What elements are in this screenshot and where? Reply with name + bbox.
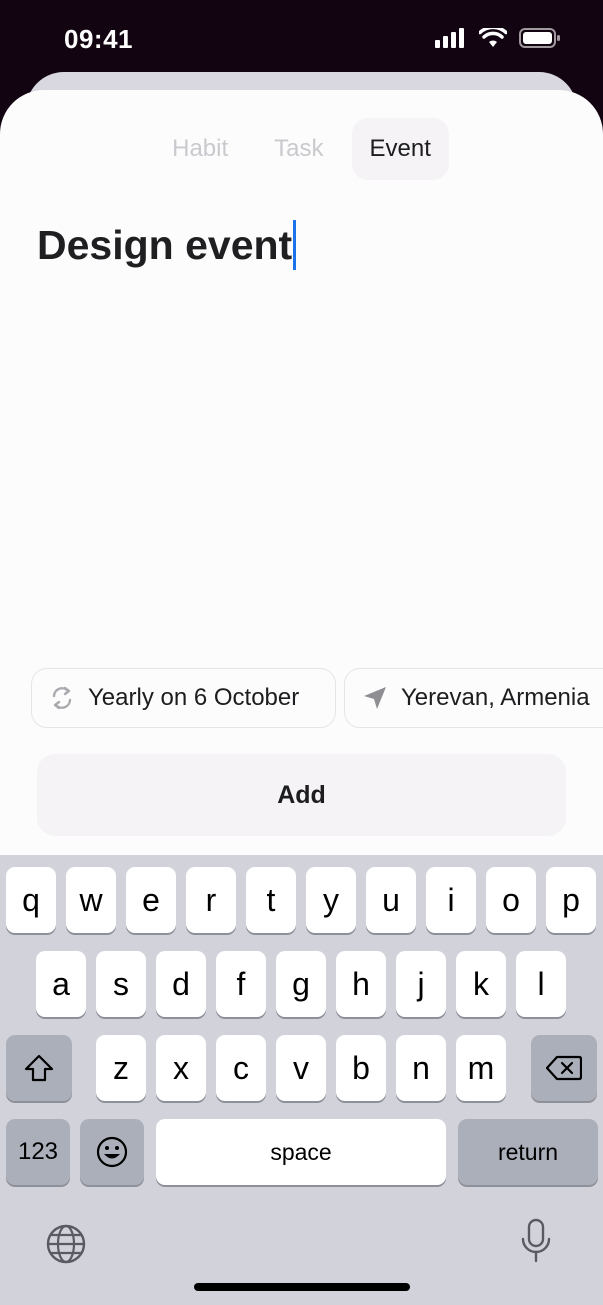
key-z[interactable]: z (96, 1035, 146, 1101)
repeat-chip-label: Yearly on 6 October (88, 684, 300, 711)
battery-icon (519, 28, 560, 48)
repeat-chip[interactable]: Yearly on 6 October (31, 668, 336, 728)
keyboard: q w e r t y u i o p a s d f g h j k l z … (0, 855, 603, 1305)
location-chip[interactable]: Yerevan, Armenia (344, 668, 603, 728)
option-chips: Yearly on 6 October Yerevan, Armenia (0, 668, 603, 732)
emoji-key[interactable] (80, 1119, 144, 1185)
key-l[interactable]: l (516, 951, 566, 1017)
emoji-icon (96, 1136, 128, 1168)
tab-task[interactable]: Task (256, 118, 341, 180)
wifi-icon (479, 28, 507, 47)
repeat-icon (52, 686, 72, 710)
tab-habit[interactable]: Habit (154, 118, 246, 180)
return-key[interactable]: return (458, 1119, 598, 1185)
key-n[interactable]: n (396, 1035, 446, 1101)
title-input[interactable]: Design event (37, 220, 297, 270)
key-r[interactable]: r (186, 867, 236, 933)
globe-icon[interactable] (45, 1223, 87, 1265)
key-w[interactable]: w (66, 867, 116, 933)
location-arrow-icon (364, 687, 386, 709)
numbers-key[interactable]: 123 (6, 1119, 70, 1185)
space-key[interactable]: space (156, 1119, 446, 1185)
status-time: 09:41 (64, 24, 133, 54)
type-segmented-control: Habit Task Event (0, 118, 603, 180)
key-u[interactable]: u (366, 867, 416, 933)
key-i[interactable]: i (426, 867, 476, 933)
key-p[interactable]: p (546, 867, 596, 933)
location-chip-label: Yerevan, Armenia (401, 684, 590, 711)
key-q[interactable]: q (6, 867, 56, 933)
key-a[interactable]: a (36, 951, 86, 1017)
key-d[interactable]: d (156, 951, 206, 1017)
title-input-text: Design event (37, 221, 293, 268)
key-y[interactable]: y (306, 867, 356, 933)
backspace-icon (546, 1055, 582, 1081)
delete-key[interactable] (531, 1035, 597, 1101)
key-x[interactable]: x (156, 1035, 206, 1101)
tab-event[interactable]: Event (351, 118, 449, 180)
key-v[interactable]: v (276, 1035, 326, 1101)
shift-icon (24, 1054, 54, 1082)
key-s[interactable]: s (96, 951, 146, 1017)
key-m[interactable]: m (456, 1035, 506, 1101)
key-k[interactable]: k (456, 951, 506, 1017)
shift-key[interactable] (6, 1035, 72, 1101)
cellular-signal-icon (435, 28, 464, 48)
key-t[interactable]: t (246, 867, 296, 933)
key-h[interactable]: h (336, 951, 386, 1017)
key-f[interactable]: f (216, 951, 266, 1017)
key-o[interactable]: o (486, 867, 536, 933)
key-e[interactable]: e (126, 867, 176, 933)
status-icons (435, 28, 561, 48)
home-indicator (194, 1283, 410, 1291)
key-b[interactable]: b (336, 1035, 386, 1101)
add-button[interactable]: Add (37, 754, 566, 836)
key-c[interactable]: c (216, 1035, 266, 1101)
key-g[interactable]: g (276, 951, 326, 1017)
text-caret (293, 220, 297, 270)
microphone-icon[interactable] (518, 1217, 554, 1265)
key-j[interactable]: j (396, 951, 446, 1017)
